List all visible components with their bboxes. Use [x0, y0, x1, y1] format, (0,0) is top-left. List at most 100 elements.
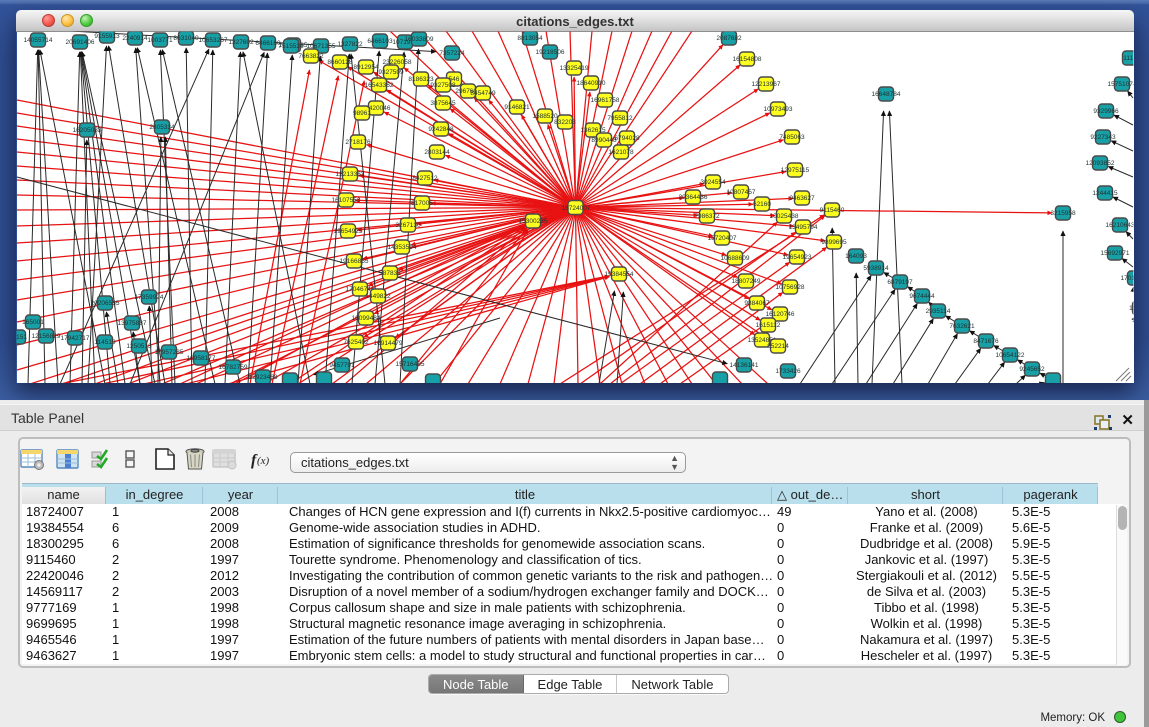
svg-text:9155913: 9155913	[94, 33, 120, 40]
svg-text:10653267: 10653267	[199, 37, 228, 44]
svg-text:19166855: 19166855	[340, 258, 369, 265]
svg-text:2087682: 2087682	[716, 35, 742, 42]
svg-text:5938914: 5938914	[863, 265, 889, 272]
svg-text:7485063: 7485063	[779, 134, 805, 141]
svg-text:2803144: 2803144	[424, 149, 450, 156]
svg-text:15716485: 15716485	[396, 361, 425, 368]
svg-text:10025438: 10025438	[770, 213, 799, 220]
svg-text:20206535: 20206535	[91, 300, 120, 307]
svg-text:7357224: 7357224	[439, 50, 465, 57]
svg-text:1449822: 1449822	[365, 293, 391, 300]
svg-text:17957285: 17957285	[155, 349, 184, 356]
svg-text:8990448: 8990448	[591, 137, 617, 144]
svg-text:6466160: 6466160	[255, 40, 281, 47]
svg-text:9245652: 9245652	[1019, 366, 1045, 373]
svg-text:1615112: 1615112	[756, 322, 781, 329]
svg-text:1112: 1112	[1123, 55, 1137, 62]
svg-text:16205033: 16205033	[73, 127, 102, 134]
svg-text:9227343: 9227343	[1090, 134, 1116, 141]
svg-text:39151: 39151	[9, 334, 27, 341]
svg-text:(x): (x)	[257, 455, 270, 467]
svg-text:19654923: 19654923	[783, 254, 812, 261]
svg-text:17359924: 17359924	[135, 294, 164, 301]
svg-text:7955812: 7955812	[607, 115, 633, 122]
svg-text:6794028: 6794028	[614, 135, 640, 142]
svg-text:15692971: 15692971	[1101, 250, 1130, 257]
svg-text:10807457: 10807457	[727, 189, 756, 196]
svg-text:9327508: 9327508	[430, 82, 456, 89]
svg-text:6879197: 6879197	[887, 279, 913, 286]
svg-text:1250513: 1250513	[126, 343, 152, 350]
svg-text:9146821: 9146821	[504, 104, 530, 111]
svg-text:15720407: 15720407	[708, 235, 737, 242]
svg-text:10654122: 10654122	[996, 352, 1025, 359]
svg-text:10688609: 10688609	[721, 255, 750, 262]
svg-text:8427512: 8427512	[412, 175, 438, 182]
svg-text:1003771: 1003771	[147, 37, 173, 44]
svg-text:10973493: 10973493	[764, 106, 793, 113]
svg-text:10958177: 10958177	[187, 355, 216, 362]
svg-text:8631040: 8631040	[173, 35, 199, 42]
svg-text:817006: 817006	[411, 200, 433, 207]
svg-text:14353594: 14353594	[388, 244, 417, 251]
svg-text:2805334: 2805334	[149, 124, 175, 131]
svg-text:8813054: 8813054	[517, 35, 543, 42]
svg-text:13495794: 13495794	[789, 224, 818, 231]
svg-text:2240914: 2240914	[122, 35, 148, 42]
svg-text:9884067: 9884067	[744, 300, 770, 307]
svg-text:16648784: 16648784	[872, 91, 901, 98]
svg-text:12093852: 12093852	[1086, 160, 1115, 167]
svg-text:165001: 165001	[22, 319, 44, 326]
svg-text:9463627: 9463627	[789, 195, 815, 202]
svg-text:62160: 62160	[753, 201, 771, 208]
svg-text:8912954: 8912954	[353, 64, 379, 71]
svg-text:3024554: 3024554	[700, 179, 726, 186]
svg-text:9327509: 9327509	[378, 69, 404, 76]
svg-text:13975887: 13975887	[118, 320, 147, 327]
svg-text:1244415: 1244415	[1092, 190, 1118, 197]
svg-text:19654925: 19654925	[334, 228, 363, 235]
svg-text:16099484: 16099484	[352, 315, 381, 322]
svg-text:3215958: 3215958	[1050, 210, 1076, 217]
svg-text:18724007: 18724007	[562, 205, 591, 212]
svg-text:20364436: 20364436	[679, 194, 708, 201]
svg-text:16107553: 16107553	[332, 197, 361, 204]
svg-text:7515526: 7515526	[278, 43, 304, 50]
svg-text:7632621: 7632621	[949, 323, 975, 330]
svg-text:9899695: 9899695	[821, 239, 847, 246]
svg-text:15751074: 15751074	[1108, 81, 1137, 88]
svg-text:9242848: 9242848	[428, 126, 454, 133]
svg-text:8471676: 8471676	[973, 338, 999, 345]
svg-text:12975115: 12975115	[781, 167, 810, 174]
svg-text:1621078: 1621078	[608, 149, 634, 156]
svg-text:3875645: 3875645	[430, 100, 456, 107]
svg-text:9329966: 9329966	[1093, 108, 1119, 115]
svg-text:16782759: 16782759	[219, 364, 248, 371]
svg-text:16961758: 16961758	[591, 97, 620, 104]
svg-text:18807249: 18807249	[732, 278, 761, 285]
svg-text:98961: 98961	[353, 110, 371, 117]
svg-text:8454749: 8454749	[470, 90, 496, 97]
svg-text:3267130: 3267130	[395, 222, 421, 229]
svg-text:17942717: 17942717	[61, 335, 90, 342]
svg-text:7663822: 7663822	[298, 53, 324, 60]
svg-text:6466103: 6466103	[367, 38, 393, 45]
svg-text:16120746: 16120746	[766, 311, 795, 318]
svg-text:7986372: 7986372	[694, 213, 720, 220]
svg-text:18640910: 18640910	[577, 80, 606, 87]
svg-text:19384554: 19384554	[605, 271, 634, 278]
svg-text:9674444: 9674444	[909, 293, 935, 300]
svg-text:13325419: 13325419	[560, 65, 589, 72]
svg-text:252214: 252214	[767, 343, 789, 350]
svg-text:16543362: 16543362	[365, 82, 394, 89]
svg-text:8660128: 8660128	[327, 59, 353, 66]
svg-text:14136141: 14136141	[730, 362, 759, 369]
svg-text:1733426: 1733426	[775, 368, 801, 375]
svg-text:2935114: 2935114	[926, 308, 951, 315]
svg-text:12923468: 12923468	[249, 374, 278, 381]
svg-text:9457791: 9457791	[329, 362, 355, 369]
svg-text:1327602: 1327602	[228, 39, 254, 46]
svg-text:10756928: 10756928	[776, 284, 805, 291]
svg-text:7625402: 7625402	[343, 339, 369, 346]
svg-text:19218506: 19218506	[536, 49, 565, 56]
